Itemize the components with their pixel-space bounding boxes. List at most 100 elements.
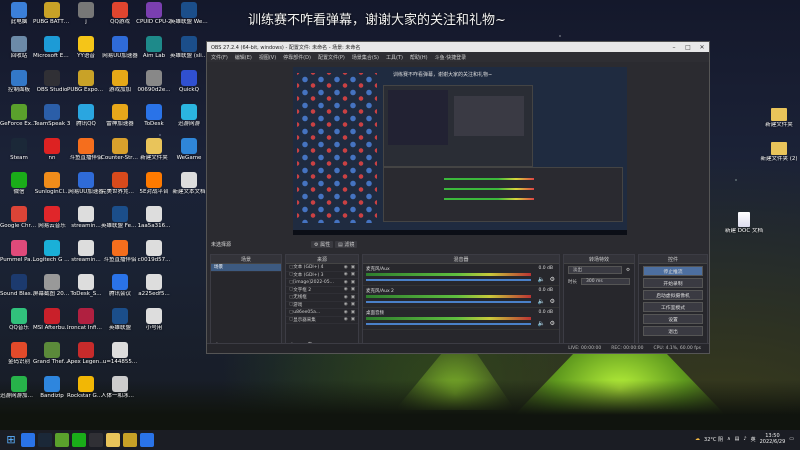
desktop-icon[interactable]: 屏幕截图 2022-05-... xyxy=(33,274,71,298)
ime-indicator[interactable]: 英 xyxy=(751,436,756,443)
lock-icon[interactable]: ▣ xyxy=(351,287,355,292)
desktop-icon[interactable]: SunloginCl... xyxy=(33,172,71,196)
menu-item[interactable]: 帮助(H) xyxy=(410,54,428,61)
control-button[interactable]: 工作室模式 xyxy=(643,302,703,312)
desktop-icon[interactable]: 雷神加速器 xyxy=(101,104,139,128)
desktop-icon[interactable]: CPUID CPU-Z xyxy=(135,2,173,26)
lock-icon[interactable]: ▣ xyxy=(351,310,355,315)
source-item[interactable]: ▢ 文本 (GDI+) 4 ◉ ▣ xyxy=(286,264,358,272)
lock-icon[interactable]: ▣ xyxy=(351,317,355,322)
desktop-icon[interactable]: TeamSpeak 3 xyxy=(33,104,71,128)
lock-icon[interactable]: ▣ xyxy=(351,295,355,300)
visibility-eye-icon[interactable]: ◉ xyxy=(344,310,348,315)
desktop-icon[interactable]: 网易云音乐 xyxy=(33,206,71,230)
menu-item[interactable]: 斗鱼·快捷登录 xyxy=(435,54,467,61)
visibility-eye-icon[interactable]: ◉ xyxy=(344,280,348,285)
desktop-icon[interactable]: Grand Theft Auto V xyxy=(33,342,71,366)
taskbar-clock[interactable]: 13:50 2022/6/29 xyxy=(760,433,786,445)
desktop-icon[interactable]: MSI Afterburner xyxy=(33,308,71,332)
transition-duration-row[interactable]: 时长 300 ms xyxy=(564,276,634,287)
desktop-icon[interactable]: 小号用 xyxy=(135,308,173,332)
lock-icon[interactable]: ▣ xyxy=(351,280,355,285)
menu-item[interactable]: 文件(F) xyxy=(211,54,228,61)
desktop-icon[interactable]: 斗鱼直播伴侣 xyxy=(101,240,139,264)
desktop-icon[interactable]: j xyxy=(67,2,105,26)
desktop-icon[interactable]: 网易UU加速器 xyxy=(101,36,139,60)
lock-icon[interactable]: ▣ xyxy=(351,265,355,270)
desktop-icon[interactable]: ToDesk_S... xyxy=(67,274,105,298)
desktop-icon[interactable]: streamin... xyxy=(67,206,105,230)
desktop-icon[interactable]: PUBG BATTLEGR... xyxy=(33,2,71,26)
desktop-icon[interactable]: Logitech G HUB xyxy=(33,240,71,264)
source-item[interactable]: ▢ 显示器采集 ◉ ▣ xyxy=(286,317,358,324)
taskbar-todesk-icon[interactable] xyxy=(140,433,154,447)
desktop-icon[interactable]: u=144855... xyxy=(101,342,139,366)
network-icon[interactable]: ▤ xyxy=(735,436,740,442)
volume-icon[interactable]: ♪ xyxy=(743,436,746,442)
maximize-icon[interactable]: □ xyxy=(681,44,695,51)
menu-item[interactable]: 场景集合(S) xyxy=(352,54,379,61)
desktop-file[interactable]: 新建 DOC 文档 xyxy=(725,212,763,235)
desktop-icon[interactable]: 腾讯会议 xyxy=(101,274,139,298)
weather-text[interactable]: 32°C 阴 xyxy=(704,436,723,443)
close-icon[interactable]: ✕ xyxy=(695,44,709,51)
visibility-eye-icon[interactable]: ◉ xyxy=(344,272,348,277)
desktop-icon[interactable]: QQ游戏 xyxy=(101,2,139,26)
menu-item[interactable]: 停靠部件(D) xyxy=(283,54,311,61)
desktop-icon[interactable]: 迅游网游 xyxy=(170,104,208,128)
taskbar-nvidia-icon[interactable] xyxy=(55,433,69,447)
source-item[interactable]: ▢ u86ee05a... ◉ ▣ xyxy=(286,309,358,317)
menu-item[interactable]: 编辑(E) xyxy=(235,54,252,61)
visibility-eye-icon[interactable]: ◉ xyxy=(344,302,348,307)
speaker-icon[interactable]: 🔈 xyxy=(538,276,545,283)
source-item[interactable]: ▢ 无线框 ◉ ▣ xyxy=(286,294,358,302)
desktop-icon[interactable]: Microsoft Edge xyxy=(33,36,71,60)
source-item[interactable]: ▢ [image]2022-05... ◉ ▣ xyxy=(286,279,358,287)
menu-item[interactable]: 工具(T) xyxy=(386,54,403,61)
desktop-icon[interactable]: OBS Studio xyxy=(33,70,71,94)
visibility-eye-icon[interactable]: ◉ xyxy=(344,265,348,270)
source-item[interactable]: ▢ 文字框 2 ◉ ▣ xyxy=(286,287,358,294)
desktop-folder[interactable]: 新建文件夹 (2) xyxy=(760,142,798,163)
desktop-icon[interactable]: 1aa5a316... xyxy=(135,206,173,230)
desktop-icon[interactable]: 英雄联盟 Fear sur... xyxy=(101,206,139,230)
transition-type-row[interactable]: 淡出 ⚙ xyxy=(564,264,634,276)
taskbar-folder-icon[interactable] xyxy=(106,433,120,447)
desktop-icon[interactable]: 斗鱼直播伴侣 xyxy=(67,138,105,162)
desktop-icon[interactable]: 腾讯QQ xyxy=(67,104,105,128)
obs-titlebar[interactable]: OBS 27.2.4 (64-bit, windows) - 配置文件: 未命名… xyxy=(207,42,709,52)
control-button[interactable]: 设置 xyxy=(643,314,703,324)
taskbar-wechat-icon[interactable] xyxy=(72,433,86,447)
add-transition-icon[interactable]: ⚙ xyxy=(626,268,630,273)
obs-window[interactable]: OBS 27.2.4 (64-bit, windows) - 配置文件: 未命名… xyxy=(206,41,710,354)
gear-icon[interactable]: ⚙ xyxy=(550,298,555,305)
desktop-icon[interactable]: Bandizip xyxy=(33,376,71,400)
transition-type-select[interactable]: 淡出 xyxy=(568,266,622,274)
desktop-icon[interactable]: 网易UU加速器 xyxy=(67,172,105,196)
control-button[interactable]: 退出 xyxy=(643,326,703,336)
desktop-icon[interactable]: 完美世界竞技平台 xyxy=(101,172,139,196)
weather-icon[interactable]: ☁ xyxy=(695,436,700,442)
desktop-icon[interactable]: 5E对战平台 xyxy=(135,172,173,196)
desktop-icon[interactable]: nn xyxy=(33,138,71,162)
gear-icon[interactable]: ⚙ xyxy=(550,320,555,327)
control-button[interactable]: 开始录制 xyxy=(643,278,703,288)
desktop-icon[interactable]: 新建文件夹 xyxy=(135,138,173,162)
minimize-icon[interactable]: – xyxy=(667,44,681,51)
lock-icon[interactable]: ▣ xyxy=(351,272,355,277)
desktop-icon[interactable]: 英雄联盟 WeGame版 xyxy=(170,2,208,26)
desktop-icon[interactable]: YY语音 xyxy=(67,36,105,60)
desktop-icon[interactable]: 新建文本文档 xyxy=(170,172,208,196)
desktop-icon[interactable]: Ironcat Infinity... xyxy=(67,308,105,332)
desktop-icon[interactable]: QuickQ xyxy=(170,70,208,94)
filters-button[interactable]: ▤ 滤镜 xyxy=(335,241,358,248)
scene-item[interactable]: 场景 xyxy=(211,264,281,272)
desktop-icon[interactable]: a225edf5... xyxy=(135,274,173,298)
desktop-icon[interactable]: 00690d2e... xyxy=(135,70,173,94)
properties-button[interactable]: ⚙ 属性 xyxy=(311,241,334,248)
desktop-folder[interactable]: 新建文件夹 xyxy=(760,108,798,129)
visibility-eye-icon[interactable]: ◉ xyxy=(344,287,348,292)
gear-icon[interactable]: ⚙ xyxy=(550,276,555,283)
chevron-up-icon[interactable]: ∧ xyxy=(727,436,731,442)
desktop-icon[interactable]: Apex Legends xyxy=(67,342,105,366)
